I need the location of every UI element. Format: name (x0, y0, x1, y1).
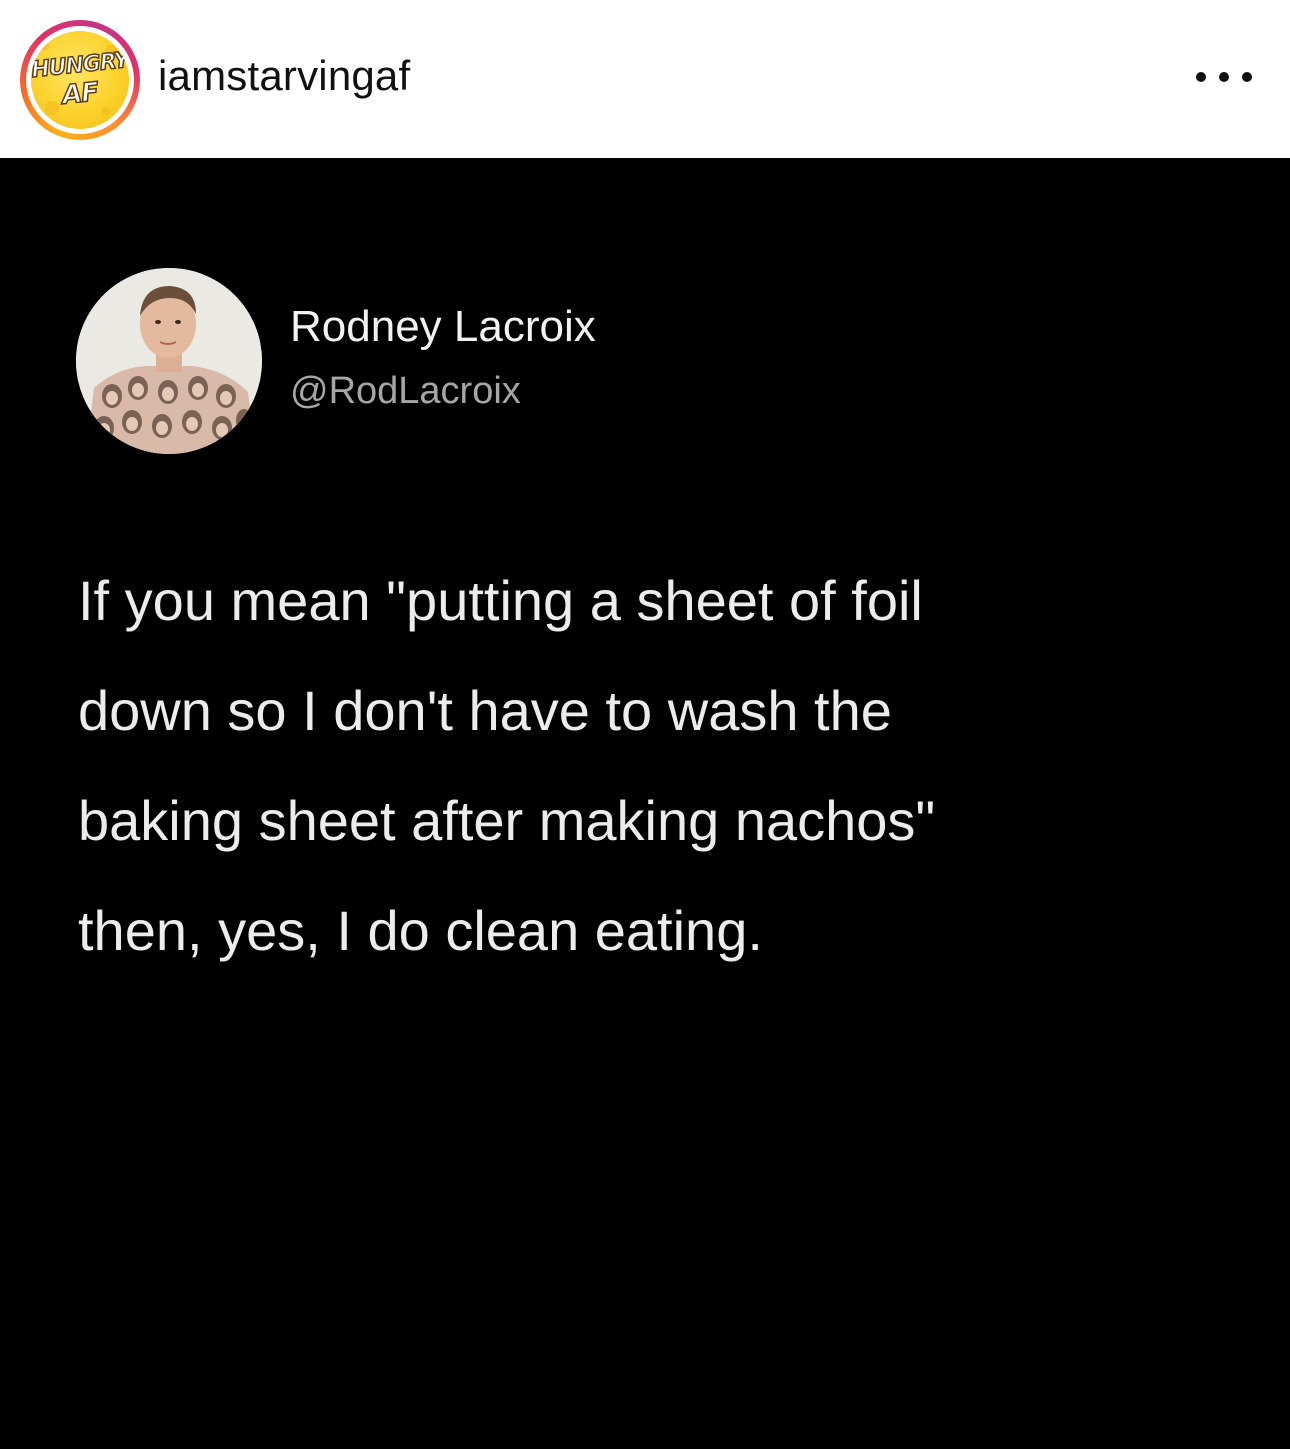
cheese-hole (101, 107, 110, 116)
tweet-author-name: Rodney Lacroix (290, 302, 596, 351)
profile-story-ring[interactable]: HUNGRY AF (20, 20, 140, 140)
more-horizontal-icon (1196, 72, 1206, 82)
story-ring-inner: HUNGRY AF (26, 26, 134, 134)
more-options-button[interactable] (1196, 62, 1252, 92)
profile-avatar-logo[interactable]: HUNGRY AF (31, 31, 129, 129)
post-header: HUNGRY AF iamstarvingaf (0, 0, 1290, 158)
account-username[interactable]: iamstarvingaf (158, 52, 410, 100)
person-photo-icon (76, 268, 262, 454)
cheese-hole (39, 41, 49, 51)
tweet-author-avatar (76, 268, 262, 454)
tweet-text: If you mean "putting a sheet of foil dow… (78, 569, 936, 962)
tweet-author-handle: @RodLacroix (290, 370, 521, 412)
more-horizontal-icon (1219, 72, 1229, 82)
more-horizontal-icon (1242, 72, 1252, 82)
